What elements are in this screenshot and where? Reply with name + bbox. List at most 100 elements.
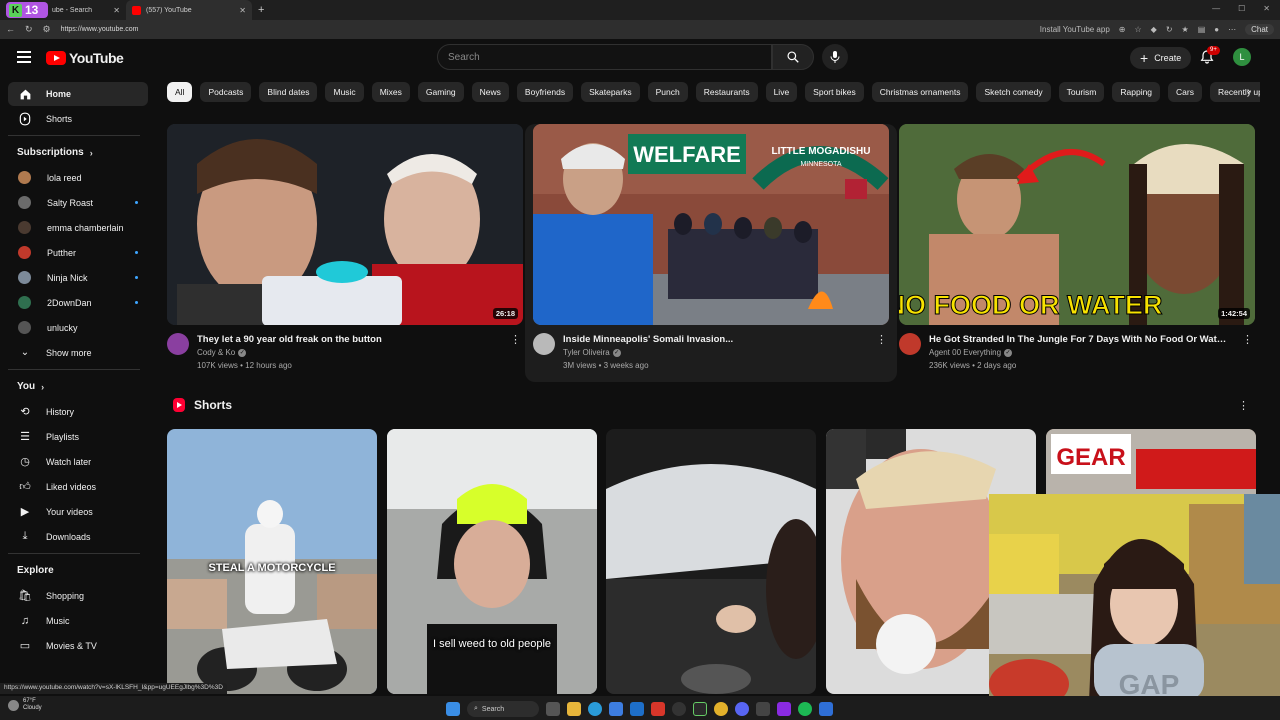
outlook-icon[interactable] <box>630 702 644 716</box>
chip-filter[interactable]: Recently uploaded <box>1210 82 1260 102</box>
chip-filter[interactable]: Christmas ornaments <box>871 82 969 102</box>
more-actions-icon[interactable]: ⋮ <box>510 333 521 346</box>
close-tab-icon[interactable]: ✕ <box>113 6 120 15</box>
chip-filter[interactable]: Sport bikes <box>805 82 864 102</box>
favorite-icon[interactable]: ☆ <box>1134 25 1141 34</box>
back-icon[interactable]: ← <box>6 24 15 35</box>
youtube-logo[interactable]: YouTube <box>46 50 124 66</box>
account-avatar[interactable]: L <box>1233 48 1251 66</box>
short-card[interactable]: STEAL A MOTORCYCLE <box>167 429 377 694</box>
video-card[interactable]: WELFARE LITTLE MOGADISHU MINNESOTA Insid… <box>533 124 889 370</box>
profile-icon[interactable]: ● <box>1214 25 1219 34</box>
favorites-bar-icon[interactable]: ★ <box>1182 25 1189 34</box>
chip-filter[interactable]: Mixes <box>371 82 410 102</box>
chip-filter[interactable]: Live <box>765 82 798 102</box>
channel-avatar[interactable] <box>899 333 921 355</box>
you-heading[interactable]: You › <box>8 374 148 399</box>
channel-avatar[interactable] <box>533 333 555 355</box>
video-card[interactable]: NO FOOD OR WATER 1:42:54 He Got Stranded… <box>899 124 1255 370</box>
adobe-icon[interactable] <box>651 702 665 716</box>
extension-icon[interactable]: ◆ <box>1151 25 1157 34</box>
channel-name[interactable]: Tyler Oliveira <box>563 348 610 357</box>
store-icon[interactable] <box>609 702 623 716</box>
collections-icon[interactable]: ▤ <box>1198 25 1206 34</box>
media-icon[interactable] <box>756 702 770 716</box>
weather-widget[interactable]: 67°F Cloudy <box>8 698 42 712</box>
hamburger-menu-icon[interactable] <box>17 51 31 63</box>
short-card[interactable]: I sell weed to old people <box>387 429 597 694</box>
sidebar-item-history[interactable]: ⟲ History <box>8 399 148 424</box>
sidebar-item-liked-videos[interactable]: 👍︎ Liked videos <box>8 474 148 499</box>
video-thumbnail[interactable]: NO FOOD OR WATER 1:42:54 <box>899 124 1255 325</box>
video-title[interactable]: He Got Stranded In The Jungle For 7 Days… <box>929 333 1229 346</box>
show-more-button[interactable]: ⌄ Show more <box>8 340 148 365</box>
browser-app-icon[interactable] <box>819 702 833 716</box>
new-tab-icon[interactable]: + <box>258 4 264 16</box>
sidebar-item-subscription[interactable]: emma chamberlain <box>8 215 148 240</box>
zoom-icon[interactable]: ⊕ <box>1119 25 1126 34</box>
chips-next-icon[interactable]: › <box>1247 86 1250 97</box>
reload-icon[interactable]: ↻ <box>25 24 33 35</box>
browser-tab-youtube[interactable]: (557) YouTube ✕ <box>126 0 252 20</box>
install-app-label[interactable]: Install YouTube app <box>1040 25 1110 34</box>
task-view-icon[interactable] <box>546 702 560 716</box>
sidebar-item-shorts[interactable]: Shorts <box>8 106 148 131</box>
discord-icon[interactable] <box>735 702 749 716</box>
video-card[interactable]: 26:18 They let a 90 year old freak on th… <box>167 124 523 370</box>
shorts-more-icon[interactable]: ⋮ <box>1238 399 1249 412</box>
channel-name[interactable]: Cody & Ko <box>197 348 235 357</box>
windows-start-icon[interactable] <box>446 702 460 716</box>
chip-filter[interactable]: Tourism <box>1058 82 1105 102</box>
chip-filter[interactable]: Cars <box>1168 82 1202 102</box>
short-card[interactable] <box>606 429 816 694</box>
chrome-icon[interactable] <box>714 702 728 716</box>
terminal-icon[interactable] <box>693 702 707 716</box>
sidebar-item-subscription[interactable]: 2DownDan <box>8 290 148 315</box>
refresh-extension-icon[interactable]: ↻ <box>1166 25 1173 34</box>
file-explorer-icon[interactable] <box>567 702 581 716</box>
chip-filter[interactable]: Skateparks <box>581 82 640 102</box>
video-thumbnail[interactable]: 26:18 <box>167 124 523 325</box>
video-title[interactable]: Inside Minneapolis' Somali Invasion... <box>563 333 863 346</box>
search-button[interactable] <box>772 44 814 70</box>
create-button[interactable]: + Create <box>1130 47 1192 69</box>
sidebar-item-subscription[interactable]: Putther <box>8 240 148 265</box>
channel-name[interactable]: Agent 00 Everything <box>929 348 1001 357</box>
chip-filter[interactable]: Music <box>325 82 364 102</box>
more-actions-icon[interactable]: ⋮ <box>876 333 887 346</box>
copilot-chat-button[interactable]: Chat <box>1245 24 1274 35</box>
video-thumbnail[interactable]: WELFARE LITTLE MOGADISHU MINNESOTA <box>533 124 889 325</box>
chip-filter[interactable]: Sketch comedy <box>976 82 1051 102</box>
site-info-icon[interactable]: ⚙ <box>43 24 51 35</box>
chip-filter[interactable]: Restaurants <box>695 82 758 102</box>
voice-search-button[interactable] <box>822 44 848 70</box>
chip-filter[interactable]: Boyfriends <box>516 82 574 102</box>
channel-avatar[interactable] <box>167 333 189 355</box>
app-icon[interactable] <box>777 702 791 716</box>
taskbar-search[interactable]: ⌕ Search <box>467 701 539 717</box>
sidebar-item-movies[interactable]: ▭ Movies & TV <box>8 633 148 658</box>
minimize-icon[interactable]: — <box>1212 4 1220 13</box>
more-actions-icon[interactable]: ⋮ <box>1242 333 1253 346</box>
sidebar-item-music[interactable]: ♫ Music <box>8 608 148 633</box>
search-input[interactable]: Search <box>437 44 772 70</box>
edge-icon[interactable] <box>588 702 602 716</box>
chip-filter[interactable]: Rapping <box>1112 82 1161 102</box>
sidebar-item-subscription[interactable]: Salty Roast <box>8 190 148 215</box>
obs-icon[interactable] <box>672 702 686 716</box>
sidebar-item-subscription[interactable]: lola reed <box>8 165 148 190</box>
subscriptions-heading[interactable]: Subscriptions › <box>8 140 148 165</box>
sidebar-item-playlists[interactable]: ☰ Playlists <box>8 424 148 449</box>
chip-filter[interactable]: Gaming <box>417 82 464 102</box>
chip-filter[interactable]: Podcasts <box>200 82 252 102</box>
sidebar-item-your-videos[interactable]: ▶ Your videos <box>8 499 148 524</box>
chip-filter[interactable]: Punch <box>647 82 688 102</box>
chip-filter[interactable]: Blind dates <box>259 82 318 102</box>
chip-filter[interactable]: News <box>471 82 509 102</box>
sidebar-item-home[interactable]: Home <box>8 82 148 106</box>
more-icon[interactable]: ⋯ <box>1228 25 1236 34</box>
sidebar-item-subscription[interactable]: Ninja Nick <box>8 265 148 290</box>
chip-filter[interactable]: All <box>167 82 193 102</box>
video-title[interactable]: They let a 90 year old freak on the butt… <box>197 333 497 346</box>
sidebar-item-downloads[interactable]: ⤓ Downloads <box>8 524 148 549</box>
